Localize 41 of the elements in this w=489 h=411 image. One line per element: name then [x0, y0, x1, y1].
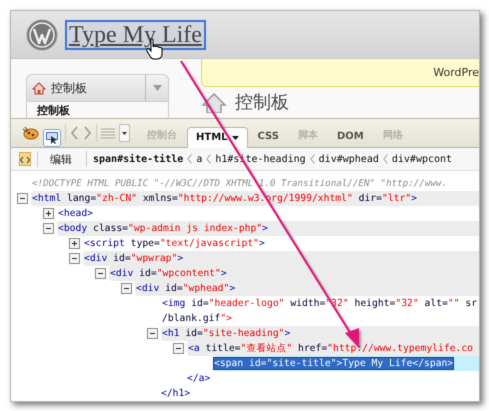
inspect-button[interactable] [43, 129, 61, 147]
markup-line[interactable]: <script type="text/javascript"> [84, 238, 265, 249]
markup-line[interactable]: /blank.gif"> [162, 313, 232, 324]
expand-icon[interactable] [69, 238, 80, 249]
expand-icon[interactable] [43, 208, 54, 219]
site-title-link[interactable]: Type My Life [65, 20, 206, 50]
layout-icon[interactable] [19, 152, 31, 166]
closing-tag: </a> [187, 373, 210, 384]
bug-icon[interactable] [21, 126, 39, 140]
pointer-icon [46, 132, 58, 144]
markup-line[interactable]: <head> [58, 208, 93, 219]
collapse-icon[interactable] [147, 328, 158, 339]
chevron-icon [310, 154, 315, 164]
edit-button[interactable]: 编辑 [44, 152, 80, 166]
collapse-icon[interactable] [95, 268, 106, 279]
breadcrumb-link[interactable]: div#wphead [318, 154, 379, 164]
collapse-icon[interactable] [17, 193, 28, 204]
logo-icon [26, 18, 58, 50]
caret-icon [122, 132, 127, 134]
markup-line[interactable]: <div id="wpwrap"> [84, 253, 184, 264]
panel-tab[interactable]: CSS [248, 126, 288, 147]
house-icon [32, 82, 46, 94]
menu-header[interactable]: 控制板 [26, 74, 169, 102]
collapse-icon[interactable] [69, 253, 80, 264]
options-button[interactable] [119, 124, 130, 142]
collapse-icon[interactable] [173, 343, 184, 354]
breadcrumb-link[interactable]: div#wpcont [392, 154, 452, 164]
menu-label: 控制板 [51, 80, 87, 96]
house-icon [201, 93, 227, 113]
page-heading: 控制板 [235, 92, 289, 114]
breadcrumb-link[interactable]: a [196, 154, 202, 164]
breadcrumb-link[interactable]: span#site-title [93, 154, 184, 164]
chevron-icon [382, 154, 388, 164]
closing-tag: </h1> [161, 388, 190, 399]
chevron-icon [187, 154, 192, 164]
collapse-icon[interactable] [121, 283, 132, 294]
panel-tab[interactable]: HTML [187, 127, 248, 148]
chevron-icon [206, 154, 212, 164]
collapse-icon[interactable] [43, 223, 54, 234]
panel-tab[interactable]: DOM [328, 126, 373, 147]
notice-text: WordPre [433, 66, 479, 79]
